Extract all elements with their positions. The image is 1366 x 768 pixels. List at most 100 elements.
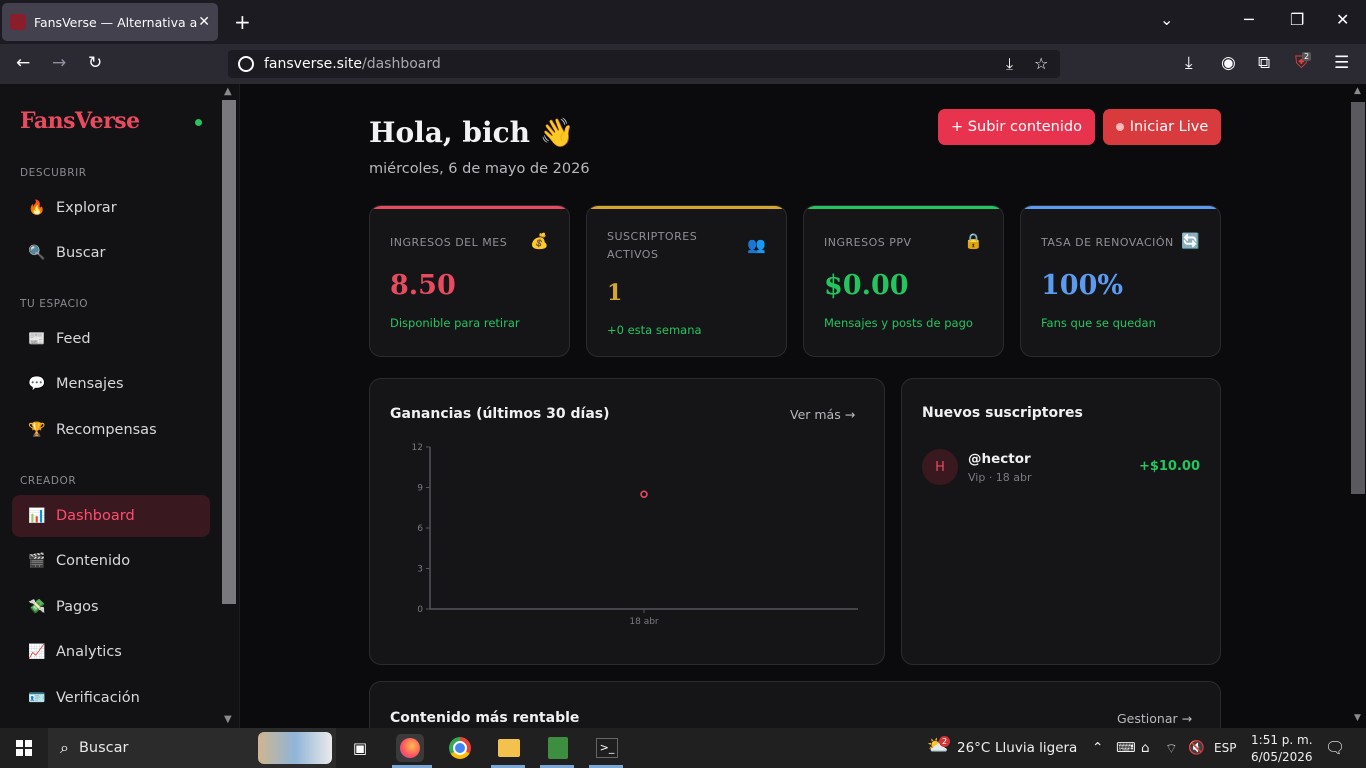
sidebar-item-mensajes[interactable]: 💬 Mensajes (12, 363, 210, 405)
search-icon: ⌕ (60, 738, 69, 757)
main-content: Hola, bich 👋 miércoles, 6 de mayo de 202… (240, 84, 1350, 741)
forward-icon[interactable]: → (52, 53, 66, 73)
close-window-icon[interactable]: ✕ (1336, 10, 1349, 29)
stat-value: 1 (607, 280, 623, 306)
weather-badge: 2 (939, 736, 950, 747)
tracking-shield-icon[interactable] (238, 56, 254, 72)
manage-link[interactable]: Gestionar → (1117, 711, 1192, 726)
stat-sub: Mensajes y posts de pago (824, 316, 973, 330)
notepad-icon[interactable] (544, 734, 572, 762)
sidebar-scrollbar[interactable] (222, 100, 236, 604)
trend-chart-icon: 📈 (28, 644, 46, 660)
scroll-down-icon[interactable]: ▼ (224, 714, 232, 725)
extension-badge: 2 (1302, 52, 1312, 61)
url-host: fansverse.site (264, 56, 362, 72)
id-card-icon: 🪪 (28, 690, 46, 706)
section-space: TU ESPACIO (20, 298, 89, 310)
section-discover: DESCUBRIR (20, 167, 87, 179)
start-live-button[interactable]: Iniciar Live (1103, 109, 1221, 145)
page-scroll-up-icon[interactable]: ▲ (1354, 86, 1361, 96)
camera-icon[interactable]: ⌂ (1141, 740, 1150, 756)
fire-icon: 🔥 (28, 200, 46, 216)
taskbar-search[interactable]: ⌕ Buscar (48, 728, 336, 768)
upload-content-button[interactable]: + Subir contenido (938, 109, 1095, 145)
file-explorer-icon[interactable] (495, 734, 523, 762)
browser-tab[interactable]: FansVerse — Alternativa a OnlyF ✕ (2, 3, 218, 41)
stat-label: TASA DE RENOVACIÓN (1041, 236, 1174, 249)
stat-label: INGRESOS DEL MES (390, 236, 508, 249)
firefox-icon[interactable] (396, 734, 424, 762)
install-page-icon[interactable]: ⤓ (1006, 54, 1013, 74)
terminal-icon[interactable]: >_ (593, 734, 621, 762)
notifications-icon[interactable]: 🗨 (1325, 738, 1345, 757)
search-highlight-image (258, 732, 332, 764)
data-point (640, 490, 648, 499)
new-tab-icon[interactable]: + (234, 10, 251, 34)
new-subscribers-card: Nuevos suscriptores H @hector Vip · 18 a… (901, 378, 1221, 665)
stat-sub: Fans que se quedan (1041, 316, 1156, 330)
reload-icon[interactable]: ↻ (88, 53, 102, 73)
x-tick-label: 18 abr (629, 617, 659, 627)
money-wings-icon: 💸 (28, 599, 46, 615)
chrome-icon[interactable] (446, 734, 474, 762)
start-live-label: Iniciar Live (1129, 119, 1209, 135)
windows-start-icon[interactable] (16, 740, 32, 756)
bookmark-star-icon[interactable]: ☆ (1034, 54, 1048, 73)
stat-card-monthly-income: INGRESOS DEL MES 💰 8.50 Disponible para … (369, 205, 570, 357)
stat-value: $0.00 (824, 270, 909, 301)
close-tab-icon[interactable]: ✕ (198, 14, 210, 30)
volume-muted-icon[interactable]: 🔇 (1188, 740, 1205, 756)
downloads-icon[interactable]: ⤓ (1185, 53, 1193, 73)
sidebar-item-feed[interactable]: 📰 Feed (12, 318, 210, 360)
url-bar[interactable]: fansverse.site/dashboard ⤓ ☆ (228, 50, 1060, 78)
sidebar-item-label: Analytics (56, 644, 122, 660)
wifi-icon[interactable]: ⌔ (1165, 740, 1178, 757)
see-more-link[interactable]: Ver más → (790, 407, 855, 422)
stat-value: 100% (1041, 270, 1124, 301)
show-hidden-icons-icon[interactable]: ⌃ (1092, 740, 1103, 756)
brand-logo[interactable]: FansVerse (20, 108, 140, 134)
weather-desc[interactable]: Lluvia ligera (995, 740, 1077, 756)
sidebar-item-dashboard[interactable]: 📊 Dashboard (12, 495, 210, 537)
sidebar-item-contenido[interactable]: 🎬 Contenido (12, 540, 210, 582)
restore-icon[interactable]: ❐ (1290, 10, 1304, 29)
extensions-icon[interactable]: ⧉ (1258, 53, 1270, 73)
sidebar-item-label: Dashboard (56, 508, 135, 524)
stat-sub: +0 esta semana (607, 323, 702, 337)
page-scroll-down-icon[interactable]: ▼ (1354, 713, 1361, 723)
sidebar-item-label: Mensajes (56, 376, 124, 392)
minimize-icon[interactable]: ─ (1244, 10, 1254, 29)
clock[interactable]: 1:51 p. m. 6/05/2026 (1251, 732, 1313, 766)
sidebar-item-verificacion[interactable]: 🪪 Verificación (12, 677, 210, 719)
y-tick-label: 9 (417, 484, 423, 494)
earnings-chart-card: Ganancias (últimos 30 días) Ver más → 0 3… (369, 378, 885, 665)
sidebar-item-explorar[interactable]: 🔥 Explorar (12, 187, 210, 229)
back-icon[interactable]: ← (16, 53, 30, 73)
language-indicator[interactable]: ESP (1214, 741, 1236, 755)
refresh-icon: 🔄 (1181, 232, 1200, 250)
subscriber-name[interactable]: @hector (968, 451, 1031, 467)
sidebar-item-recompensas[interactable]: 🏆 Recompensas (12, 409, 210, 451)
trophy-icon: 🏆 (28, 422, 46, 438)
live-dot-icon (1115, 123, 1124, 131)
scroll-up-icon[interactable]: ▲ (224, 86, 232, 97)
sidebar-item-pagos[interactable]: 💸 Pagos (12, 586, 210, 628)
page-scrollbar-thumb[interactable] (1351, 102, 1365, 494)
clapperboard-icon: 🎬 (28, 553, 46, 569)
url-path: /dashboard (361, 56, 441, 72)
sidebar-item-label: Buscar (56, 245, 106, 261)
y-tick-label: 6 (417, 524, 423, 534)
weather-temp[interactable]: 26°C (957, 740, 990, 756)
sidebar-item-label: Pagos (56, 599, 99, 615)
taskbar: ⌕ Buscar ▣ >_ ⛅ 2 26°C Lluvia ligera ⌃ ⌨… (0, 728, 1366, 768)
sidebar-item-buscar[interactable]: 🔍 Buscar (12, 232, 210, 274)
bar-chart-icon: 📊 (28, 508, 46, 524)
sidebar-item-analytics[interactable]: 📈 Analytics (12, 631, 210, 673)
subscriber-amount: +$10.00 (1138, 459, 1200, 474)
account-icon[interactable]: ◉ (1221, 53, 1236, 73)
tab-list-chevron-icon[interactable]: ⌄ (1160, 10, 1173, 29)
menu-icon[interactable]: ☰ (1334, 53, 1349, 73)
input-method-icon[interactable]: ⌨ (1116, 740, 1136, 756)
task-view-icon[interactable]: ▣ (346, 734, 374, 762)
card-accent-bar (370, 206, 569, 209)
